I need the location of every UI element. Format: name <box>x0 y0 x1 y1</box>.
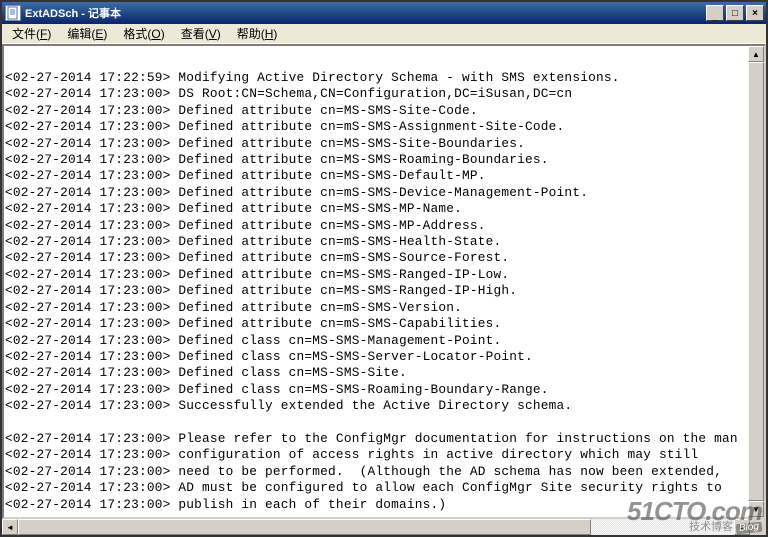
minimize-button[interactable]: _ <box>706 5 724 21</box>
scroll-thumb-horizontal[interactable] <box>18 519 591 535</box>
scroll-thumb-vertical[interactable] <box>748 62 764 501</box>
maximize-button[interactable]: □ <box>726 5 744 21</box>
scroll-right-button[interactable]: ► <box>734 519 750 535</box>
horizontal-scrollbar[interactable]: ◄ ► <box>2 519 750 535</box>
scroll-track-vertical[interactable] <box>748 62 764 501</box>
window-controls: _ □ × <box>706 5 766 21</box>
notepad-window: ExtADSch - 记事本 _ □ × 文件(F) 编辑(E) 格式(O) 查… <box>2 2 766 535</box>
app-icon <box>5 5 21 21</box>
scroll-track-horizontal[interactable] <box>18 519 734 535</box>
window-title: ExtADSch - 记事本 <box>25 5 706 21</box>
close-button[interactable]: × <box>746 5 764 21</box>
scroll-left-button[interactable]: ◄ <box>2 519 18 535</box>
client-area: <02-27-2014 17:22:59> Modifying Active D… <box>2 44 766 519</box>
text-editor[interactable]: <02-27-2014 17:22:59> Modifying Active D… <box>4 46 748 517</box>
menu-edit[interactable]: 编辑(E) <box>59 24 115 43</box>
menubar: 文件(F) 编辑(E) 格式(O) 查看(V) 帮助(H) <box>2 24 766 44</box>
titlebar[interactable]: ExtADSch - 记事本 _ □ × <box>2 2 766 24</box>
scroll-down-button[interactable]: ▼ <box>748 501 764 517</box>
scroll-up-button[interactable]: ▲ <box>748 46 764 62</box>
scroll-corner <box>750 519 766 535</box>
menu-help[interactable]: 帮助(H) <box>229 24 286 43</box>
menu-view[interactable]: 查看(V) <box>173 24 229 43</box>
menu-file[interactable]: 文件(F) <box>4 24 59 43</box>
vertical-scrollbar[interactable]: ▲ ▼ <box>748 46 764 517</box>
menu-format[interactable]: 格式(O) <box>115 24 172 43</box>
